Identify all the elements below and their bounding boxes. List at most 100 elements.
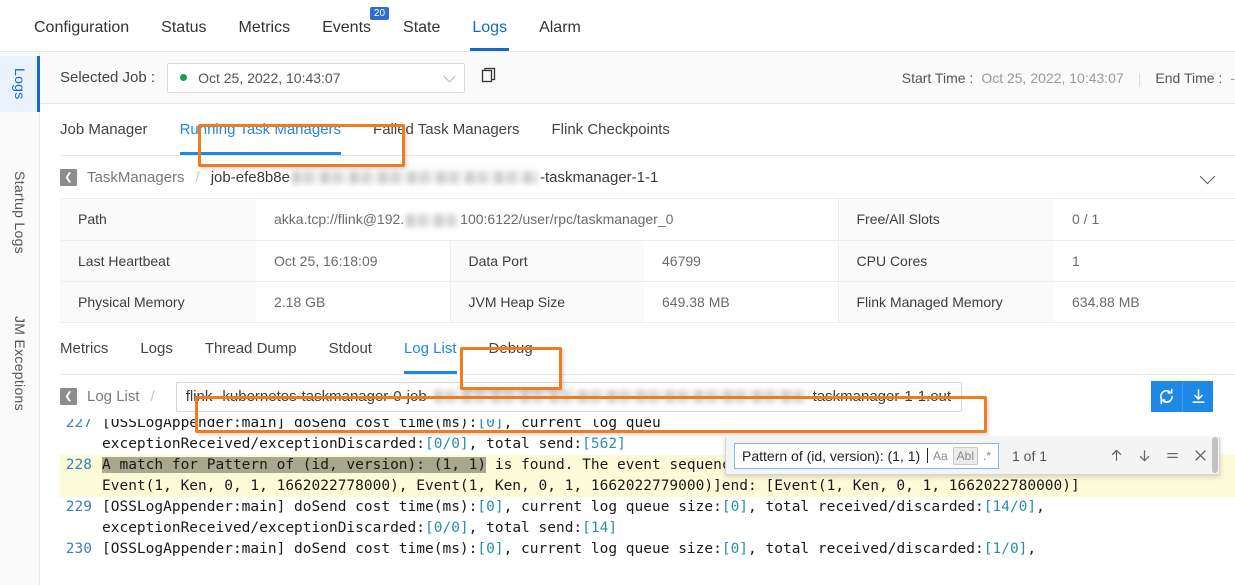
topnav-item-status[interactable]: Status [145,19,222,51]
tab-metrics[interactable]: Metrics [60,323,124,374]
sidebar-item-jm-exceptions[interactable]: JM Exceptions [0,300,40,426]
tab-stdout[interactable]: Stdout [313,323,388,374]
refresh-button[interactable] [1151,380,1182,412]
log-scrollbar[interactable] [1212,437,1218,473]
match-case-toggle[interactable]: Aa [930,448,951,464]
redacted-text [433,390,806,403]
find-actions [1109,448,1211,463]
panel-inner: Job Manager Running Task Managers Failed… [60,104,1235,567]
tab-label: Logs [140,339,173,357]
selected-job-label: Selected Job : [60,69,156,86]
tab-debug[interactable]: Debug [473,323,549,374]
log-line-text: [OSSLogAppender:main] doSend cost time(m… [102,498,1045,515]
tab-logs[interactable]: Logs [124,323,189,374]
chevron-down-icon[interactable] [1199,168,1216,185]
download-icon [1191,388,1205,403]
topnav-item-logs[interactable]: Logs [456,19,523,51]
detail-value: Oct 25, 16:18:09 [256,240,450,282]
detail-value: 634.88 MB [1054,281,1235,323]
find-next-button[interactable] [1137,448,1152,463]
table-row: Last Heartbeat Oct 25, 16:18:09 Data Por… [60,240,1235,282]
log-line: 230 [OSSLogAppender:main] doSend cost ti… [60,539,1235,560]
tab-running-task-managers[interactable]: Running Task Managers [164,104,357,155]
regex-toggle[interactable]: .* [980,448,994,464]
log-line-number: 228 [65,456,92,473]
secondary-tab-row: Metrics Logs Thread Dump Stdout Log List… [60,323,1235,375]
sidebar-item-logs[interactable]: Logs [0,56,40,112]
topnav-label: Events [322,19,372,36]
job-time-info: Start Time : Oct 25, 2022, 10:43:07 | En… [902,52,1235,104]
log-line-number: 229 [65,498,92,515]
log-line-number-empty [60,476,102,497]
start-time-value: Oct 25, 2022, 10:43:07 [981,70,1124,86]
copy-icon[interactable] [481,67,498,89]
detail-key: Last Heartbeat [60,240,256,282]
tab-log-list[interactable]: Log List [388,323,473,374]
primary-tab-row: Job Manager Running Task Managers Failed… [60,104,1235,156]
detail-value: 0 / 1 [1054,199,1235,241]
tab-label: Thread Dump [204,339,297,357]
tab-flink-checkpoints[interactable]: Flink Checkpoints [536,104,686,155]
detail-key: JVM Heap Size [449,281,644,323]
sidebar-item-label: Logs [12,68,28,100]
find-close-button[interactable] [1193,448,1208,463]
end-time-value: - [1230,70,1235,86]
topnav-item-events[interactable]: Events 20 [306,7,390,51]
detail-key: Path [60,199,256,241]
tab-label: Stdout [328,339,372,357]
detail-value-path: akka.tcp://flink@192. 100:6122/user/rpc/t… [256,199,838,241]
start-time-label: Start Time : [901,70,974,86]
detail-value: 46799 [644,240,838,282]
sidebar-item-startup-logs[interactable]: Startup Logs [0,160,40,264]
detail-key: Free/All Slots [837,199,1054,241]
log-file-row: ❮ Log List / flink--kubernetes-taskmanag… [60,375,1235,419]
topnav-item-metrics[interactable]: Metrics [223,19,307,51]
table-row: Physical Memory 2.18 GB JVM Heap Size 64… [60,281,1235,323]
left-sidebar: Logs Startup Logs JM Exceptions [0,52,40,585]
download-button[interactable] [1182,380,1213,412]
log-line-text: exceptionReceived/exceptionDiscarded:[0/… [102,519,618,536]
detail-key: Data Port [449,240,644,282]
find-previous-button[interactable] [1109,448,1124,463]
log-file-suffix: -taskmanager-1-1.out [807,388,952,405]
topnav-label: Status [161,19,207,36]
taskmanager-detail-table: Path akka.tcp://flink@192. 100:6122/user/… [60,199,1235,323]
log-list-root[interactable]: Log List [87,388,140,405]
selected-job-dropdown[interactable]: Oct 25, 2022, 10:43:07 [167,62,466,93]
top-navigation: Configuration Status Metrics Events 20 S… [0,0,1235,52]
sidebar-item-label: Startup Logs [12,170,28,254]
find-result-count: 1 of 1 [1012,447,1048,464]
topnav-label: State [403,19,441,36]
detail-value: 2.18 GB [256,281,450,323]
log-line-number: 230 [65,540,92,557]
arrow-up-icon [1111,449,1122,461]
topnav-label: Metrics [238,19,291,36]
breadcrumb-separator: / [195,168,200,186]
log-line-number-empty [60,518,102,539]
chevron-left-icon[interactable]: ❮ [60,388,77,405]
log-file-input[interactable]: flink--kubernetes-taskmanager-0-job- -ta… [175,381,962,412]
detail-value: 1 [1054,240,1235,282]
topnav-label: Configuration [34,19,130,36]
whole-word-toggle[interactable]: Abl [952,446,978,465]
topnav-item-alarm[interactable]: Alarm [523,19,597,51]
breadcrumb-root[interactable]: TaskManagers [87,169,185,186]
topnav-item-configuration[interactable]: Configuration [18,19,145,51]
tab-thread-dump[interactable]: Thread Dump [189,323,313,374]
log-line-number: 227 [65,418,92,431]
find-in-selection-button[interactable] [1165,448,1180,463]
redacted-text [291,170,538,184]
tab-failed-task-managers[interactable]: Failed Task Managers [357,104,535,155]
log-line: 229 [OSSLogAppender:main] doSend cost ti… [60,497,1235,518]
selected-job-bar: Selected Job : Oct 25, 2022, 10:43:07 St… [40,52,1235,104]
tab-label: Running Task Managers [179,121,342,138]
redacted-text [406,214,459,228]
tab-job-manager[interactable]: Job Manager [60,104,164,155]
find-input[interactable]: Pattern of (id, version): (1, 1) Aa Abl … [734,442,999,469]
tab-label: Metrics [60,339,109,357]
topnav-item-state[interactable]: State [387,19,456,51]
detail-key: Flink Managed Memory [837,281,1054,323]
log-action-buttons [1151,380,1213,412]
chevron-left-icon[interactable]: ❮ [60,168,77,186]
log-line: 227 [OSSLogAppender:main] doSend cost ti… [60,419,1235,434]
